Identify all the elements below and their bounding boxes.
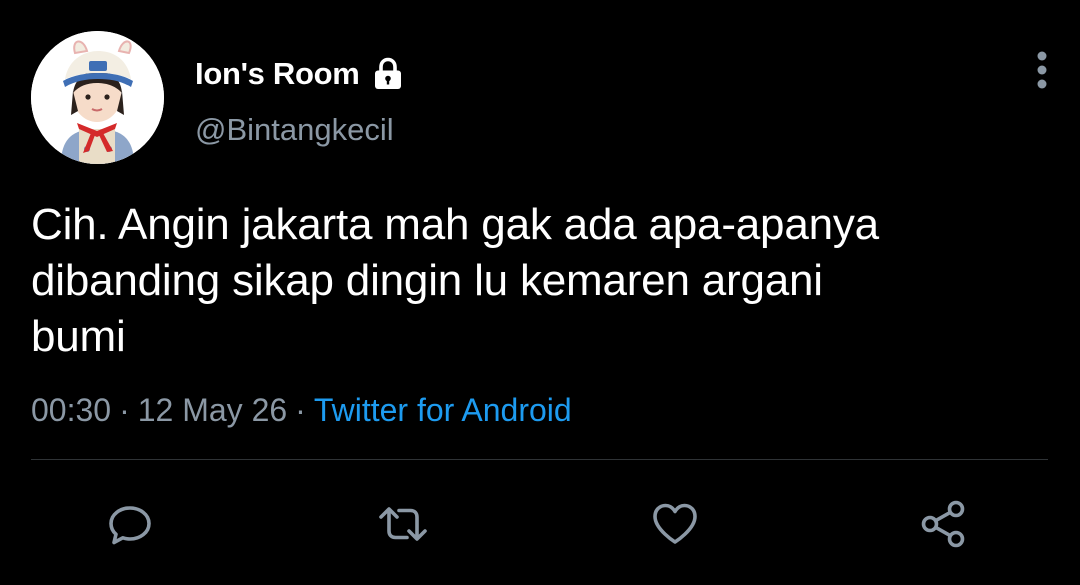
retweet-button[interactable] xyxy=(377,498,429,550)
meta-separator: · xyxy=(119,392,130,428)
tweet-meta: 00:30 · 12 May 26 · Twitter for Android xyxy=(31,388,572,432)
meta-separator: · xyxy=(295,392,306,428)
share-button[interactable] xyxy=(918,498,970,550)
tweet-text: Cih. Angin jakarta mah gak ada apa-apany… xyxy=(31,200,879,361)
tweet-date[interactable]: 12 May 26 xyxy=(138,392,287,428)
reply-button[interactable] xyxy=(104,498,156,550)
reply-icon xyxy=(105,499,155,549)
display-name[interactable]: Ion's Room xyxy=(195,56,360,92)
more-vertical-icon[interactable] xyxy=(1026,48,1058,92)
author-handle[interactable]: @Bintangkecil xyxy=(195,112,394,148)
author-name-row[interactable]: Ion's Room xyxy=(195,52,406,96)
lock-icon xyxy=(370,56,406,92)
like-button[interactable] xyxy=(649,498,701,550)
divider xyxy=(31,459,1048,460)
tweet-time[interactable]: 00:30 xyxy=(31,392,111,428)
tweet-detail: Ion's Room @Bintangkecil Cih. Angin jaka… xyxy=(0,0,1080,585)
tweet-source-link[interactable]: Twitter for Android xyxy=(314,392,572,428)
heart-icon xyxy=(649,498,701,550)
share-icon xyxy=(918,498,970,550)
avatar[interactable] xyxy=(31,31,164,164)
retweet-icon xyxy=(377,498,429,550)
